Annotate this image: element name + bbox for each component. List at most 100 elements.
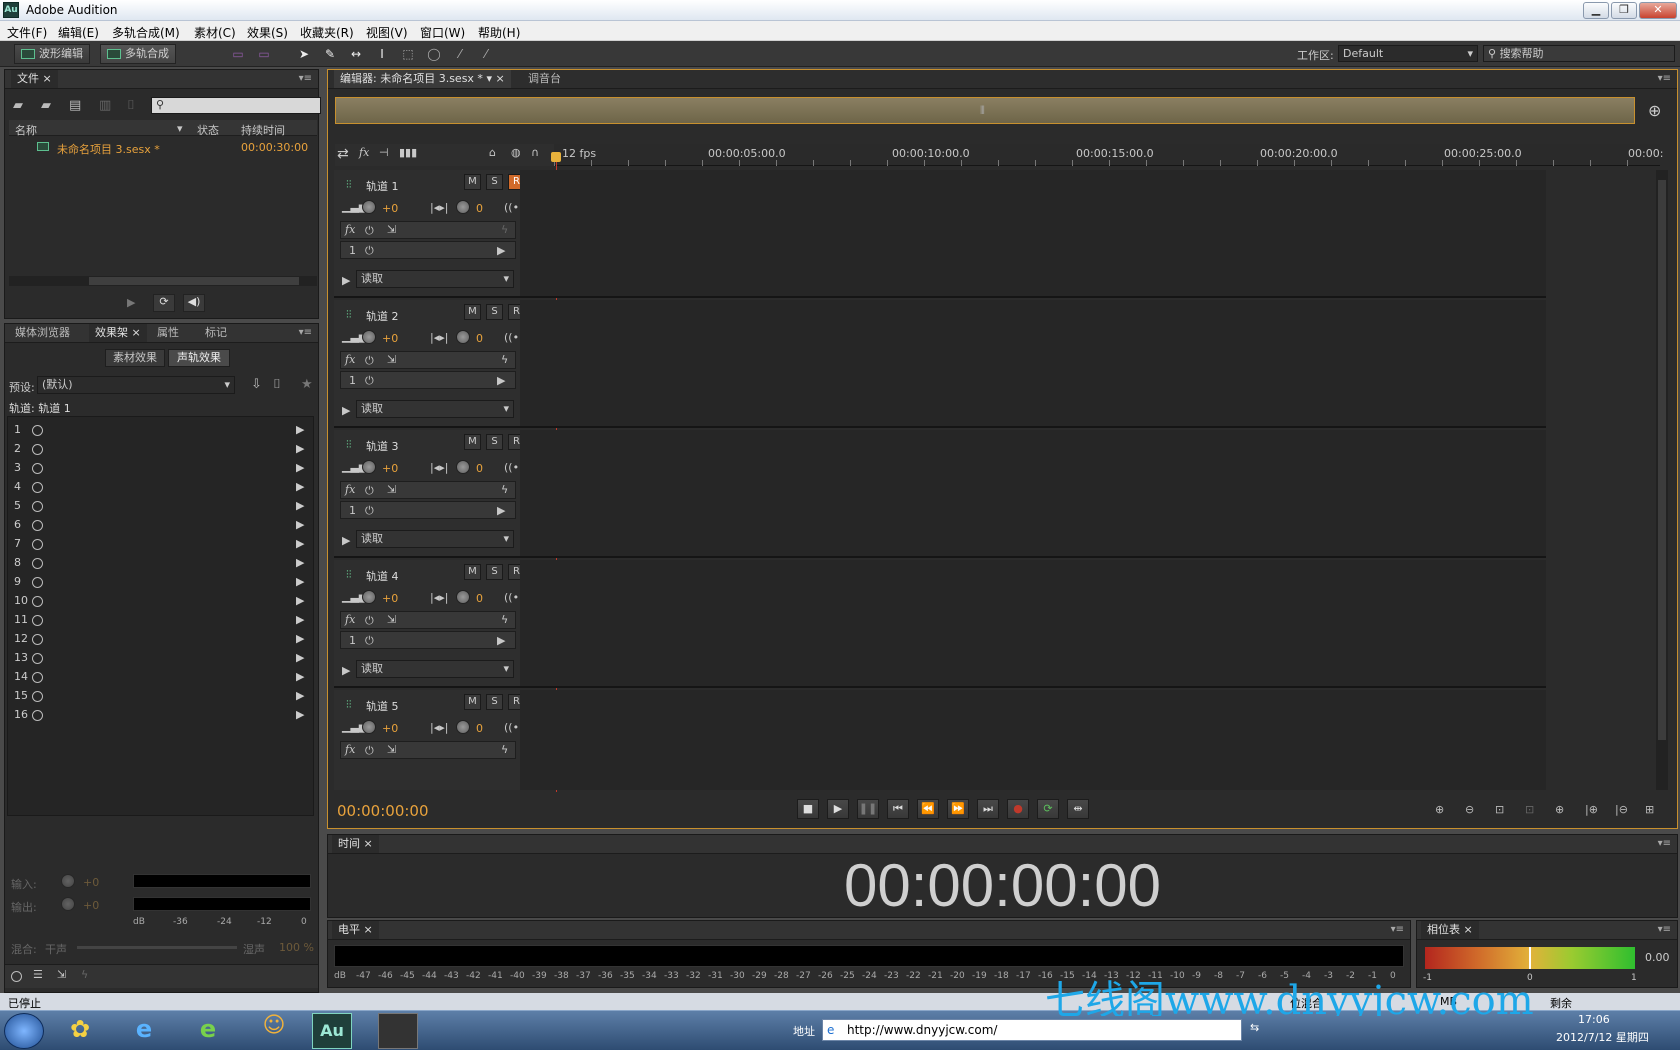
list-item[interactable]: 6 ▶ (14, 518, 304, 535)
horizontal-scrollbar[interactable] (9, 276, 317, 286)
apply-icon[interactable]: ⇲ (57, 968, 66, 981)
expand-icon[interactable]: ▶ (342, 274, 350, 287)
volume-knob[interactable] (362, 720, 376, 734)
panel-menu-icon[interactable]: ▾≡ (1658, 838, 1671, 849)
metronome-icon[interactable]: ⌂ (489, 146, 496, 159)
fx-icon[interactable]: fx (345, 613, 355, 626)
pinwheel-app-icon[interactable]: ✿ (64, 1015, 96, 1047)
brush-tool-icon[interactable]: ⁄ (452, 46, 468, 62)
lightning-icon[interactable]: ϟ (501, 353, 508, 366)
files-search-input[interactable]: ⚲ (151, 97, 321, 114)
track-name[interactable]: 轨道 4 (366, 568, 399, 584)
fx-apply-icon[interactable]: ⇲ (387, 223, 396, 236)
go-to-end-button[interactable]: ⏭ (977, 799, 999, 819)
vertical-scrollbar[interactable] (1656, 170, 1668, 790)
healing-tool-icon[interactable]: ⁄ (478, 46, 494, 62)
solo-button[interactable]: S (486, 434, 503, 450)
tab-effects-rack[interactable]: 效果架 × (89, 324, 147, 342)
power-icon[interactable] (32, 576, 43, 588)
go-icon[interactable]: ⇆ (1250, 1021, 1259, 1034)
play-icon[interactable]: ▶ (127, 296, 135, 309)
mute-button[interactable]: M (464, 564, 481, 580)
mute-button[interactable]: M (464, 304, 481, 320)
zoom-track-icon[interactable]: ⊞ (1645, 803, 1654, 816)
rewind-button[interactable]: ⏪ (917, 799, 939, 819)
pan-value[interactable]: 0 (476, 462, 483, 475)
chevron-right-icon[interactable]: ▶ (296, 670, 304, 683)
move-tool-icon[interactable]: ➤ (296, 46, 312, 62)
fx-apply-icon[interactable]: ⇲ (387, 743, 396, 756)
close-icon[interactable]: × (364, 837, 373, 850)
tab-mixer[interactable]: 调音台 (522, 70, 567, 88)
power-icon[interactable]: ⏻ (365, 224, 374, 238)
chevron-right-icon[interactable]: ▶ (296, 423, 304, 436)
automation-mode-select[interactable]: 读取 ▾ (356, 530, 514, 548)
time-selection-tool-icon[interactable]: I (374, 46, 390, 62)
pan-value[interactable]: 0 (476, 202, 483, 215)
power-icon[interactable]: ⏻ (365, 374, 374, 388)
close-icon[interactable]: × (495, 72, 504, 85)
preset-select[interactable]: (默认) ▾ (37, 376, 235, 394)
timeline-ruler[interactable]: 12 fps 00:00:05:00.0 00:00:10:00.0 00:00… (554, 144, 1663, 166)
volume-value[interactable]: +0 (382, 722, 398, 735)
lightning-icon[interactable]: ϟ (501, 613, 508, 626)
menu-help[interactable]: 帮助(H) (478, 24, 520, 41)
solo-button[interactable]: S (486, 174, 503, 190)
volume-value[interactable]: +0 (382, 202, 398, 215)
lightning-icon[interactable]: ϟ (501, 483, 508, 496)
tab-properties[interactable]: 属性 (151, 324, 185, 342)
list-item[interactable]: 2 ▶ (14, 442, 304, 459)
chevron-right-icon[interactable]: ▶ (296, 442, 304, 455)
chevron-right-icon[interactable]: ▶ (296, 537, 304, 550)
chevron-right-icon[interactable]: ▶ (296, 575, 304, 588)
maximize-button[interactable]: ❐ (1611, 2, 1637, 19)
fx-icon[interactable]: fx (345, 743, 355, 756)
panel-menu-icon[interactable]: ▾≡ (1658, 924, 1671, 935)
menu-window[interactable]: 窗口(W) (420, 24, 465, 41)
pan-knob[interactable] (456, 460, 470, 474)
pan-value[interactable]: 0 (476, 332, 483, 345)
list-item[interactable]: 10 ▶ (14, 594, 304, 611)
lasso-tool-icon[interactable]: ◯ (426, 46, 442, 62)
track-3-lane[interactable] (520, 430, 1546, 558)
fx-apply-icon[interactable]: ⇲ (387, 483, 396, 496)
list-item[interactable]: 11 ▶ (14, 613, 304, 630)
effect-slot[interactable]: 1 ⏻ ▶ (340, 241, 516, 259)
power-icon[interactable] (32, 481, 43, 493)
volume-value[interactable]: +0 (382, 462, 398, 475)
expand-icon[interactable]: ▶ (342, 404, 350, 417)
menu-view[interactable]: 视图(V) (366, 24, 408, 41)
expand-icon[interactable]: ▶ (342, 534, 350, 547)
solo-button[interactable]: S (486, 304, 503, 320)
solo-button[interactable]: S (486, 564, 503, 580)
automation-mode-select[interactable]: 读取 ▾ (356, 270, 514, 288)
chevron-right-icon[interactable]: ▶ (296, 651, 304, 664)
chevron-right-icon[interactable]: ▶ (497, 374, 505, 387)
power-icon[interactable] (32, 424, 43, 436)
list-item[interactable]: 7 ▶ (14, 537, 304, 554)
monitor-icon[interactable]: ◍ (511, 146, 521, 159)
output-knob[interactable] (61, 897, 75, 911)
expand-icon[interactable]: ▶ (342, 664, 350, 677)
chevron-right-icon[interactable]: ▶ (296, 632, 304, 645)
track-name[interactable]: 轨道 5 (366, 698, 399, 714)
audition-taskbar-icon[interactable]: Au (312, 1013, 352, 1049)
chevron-right-icon[interactable]: ▶ (296, 461, 304, 474)
close-icon[interactable]: × (132, 326, 141, 339)
mix-value[interactable]: 100 % (279, 941, 314, 954)
zoom-in-time-icon[interactable]: ⊕ (1555, 803, 1564, 816)
fast-forward-button[interactable]: ⏩ (947, 799, 969, 819)
list-item[interactable]: 16 ▶ (14, 708, 304, 725)
fx-apply-icon[interactable]: ⇲ (387, 613, 396, 626)
power-icon[interactable] (32, 652, 43, 664)
address-input[interactable]: http://www.dnyyjcw.com/e (822, 1019, 1242, 1041)
track-name[interactable]: 轨道 2 (366, 308, 399, 324)
track-1-lane[interactable] (520, 170, 1546, 298)
power-icon[interactable]: ⏻ (365, 244, 374, 258)
pan-knob[interactable] (456, 720, 470, 734)
play-button[interactable]: ▶ (827, 799, 849, 819)
playhead-handle[interactable] (551, 152, 561, 162)
power-icon[interactable] (32, 614, 43, 626)
track-name[interactable]: 轨道 3 (366, 438, 399, 454)
list-item[interactable]: 5 ▶ (14, 499, 304, 516)
